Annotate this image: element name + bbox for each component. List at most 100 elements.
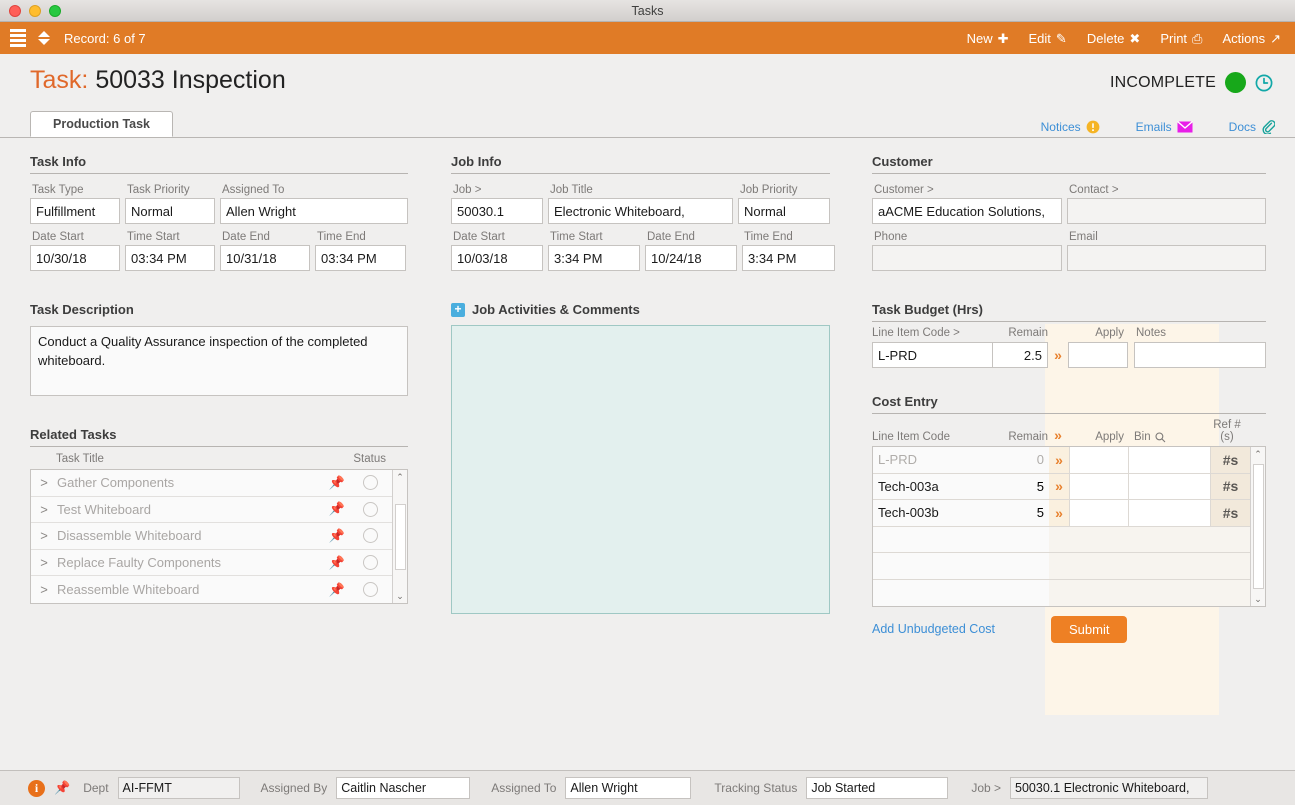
plus-square-icon[interactable]: + — [451, 302, 465, 317]
job-title-label: Job Title — [550, 184, 593, 196]
status-circle-icon[interactable] — [363, 582, 378, 598]
task-date-end-field[interactable]: 10/31/18 — [220, 245, 310, 271]
info-icon[interactable]: i — [28, 779, 45, 797]
task-date-start-field[interactable]: 10/30/18 — [30, 245, 120, 271]
job-info-row-2: Date Start 10/03/18 Time Start 3:34 PM D… — [451, 231, 835, 271]
contact-field[interactable] — [1067, 198, 1266, 224]
cost-ref-button[interactable]: #s — [1211, 447, 1250, 473]
cost-ref-button[interactable]: #s — [1211, 500, 1250, 526]
task-type-field[interactable]: Fulfillment — [30, 198, 120, 224]
cost-apply-chevron-icon[interactable]: » — [1049, 500, 1069, 526]
expand-row-icon[interactable]: > — [31, 555, 57, 570]
dept-field[interactable]: AI-FFMT — [117, 777, 240, 799]
table-row[interactable]: > Reassemble Whiteboard 📌 — [31, 576, 392, 603]
table-row-empty[interactable] — [873, 553, 1250, 580]
pin-icon[interactable]: 📌 — [329, 475, 345, 491]
cost-apply-input[interactable] — [1069, 500, 1129, 526]
new-button[interactable]: New ✚ — [967, 31, 1009, 46]
cost-bin-input[interactable] — [1129, 473, 1211, 499]
budget-col-notes: Notes — [1136, 327, 1167, 339]
close-x-icon: ✖ — [1129, 30, 1141, 46]
scrollbar-thumb[interactable] — [1252, 464, 1264, 589]
job-date-end-field[interactable]: 10/24/18 — [645, 245, 737, 271]
assigned-to-field[interactable]: Allen Wright — [220, 198, 408, 224]
expand-row-icon[interactable]: > — [31, 582, 57, 597]
pin-icon[interactable]: 📌 — [329, 582, 345, 598]
budget-notes-input[interactable] — [1134, 342, 1266, 368]
phone-field[interactable] — [872, 245, 1062, 271]
pin-icon[interactable]: 📌 — [329, 501, 345, 517]
status-circle-icon[interactable] — [363, 501, 378, 517]
scrollbar-thumb[interactable] — [394, 503, 406, 570]
expand-row-icon[interactable]: > — [31, 528, 57, 543]
pin-icon[interactable]: 📌 — [329, 555, 345, 571]
table-row[interactable]: L-PRD 0 » #s — [873, 447, 1250, 474]
job-date-start-field[interactable]: 10/03/18 — [451, 245, 543, 271]
cost-bin-input[interactable] — [1129, 447, 1211, 473]
emails-link[interactable]: Emails — [1136, 120, 1193, 134]
cost-entry-scrollbar[interactable]: ⌃ ⌄ — [1250, 447, 1265, 606]
status-circle-icon[interactable] — [363, 555, 378, 571]
delete-button[interactable]: Delete ✖ — [1087, 31, 1140, 46]
table-row[interactable]: Tech-003b 5 » #s — [873, 500, 1250, 527]
table-row-empty[interactable] — [873, 526, 1250, 553]
cost-apply-chevron-icon[interactable]: » — [1049, 473, 1069, 499]
related-tasks-scrollbar[interactable]: ⌃ ⌄ — [392, 470, 407, 603]
table-row[interactable]: > Disassemble Whiteboard 📌 — [31, 523, 392, 550]
job-time-end-field[interactable]: 3:34 PM — [742, 245, 835, 271]
table-row[interactable]: > Gather Components 📌 — [31, 470, 392, 497]
customer-field[interactable]: aACME Education Solutions, — [872, 198, 1062, 224]
clock-icon[interactable] — [1255, 74, 1273, 92]
table-row-empty[interactable] — [873, 579, 1250, 606]
cost-bin-input[interactable] — [1129, 500, 1211, 526]
task-time-start-field[interactable]: 03:34 PM — [125, 245, 215, 271]
print-button[interactable]: Print ⎙ — [1160, 31, 1202, 46]
expand-row-icon[interactable]: > — [31, 475, 57, 490]
budget-apply-chevron-icon[interactable]: » — [1048, 342, 1068, 368]
actions-button[interactable]: Actions ↗ — [1222, 31, 1281, 46]
submit-button[interactable]: Submit — [1051, 615, 1128, 643]
search-icon[interactable] — [1155, 431, 1166, 443]
status-circle-icon[interactable] — [363, 528, 378, 544]
add-unbudgeted-cost-link[interactable]: Add Unbudgeted Cost — [872, 622, 995, 636]
sb-assigned-to-field[interactable]: Allen Wright — [565, 777, 692, 799]
expand-row-icon[interactable]: > — [31, 502, 57, 517]
edit-button[interactable]: Edit ✎ — [1029, 31, 1067, 46]
email-field[interactable] — [1067, 245, 1266, 271]
notices-link[interactable]: Notices — [1041, 120, 1100, 134]
cost-apply-input[interactable] — [1069, 447, 1129, 473]
table-row[interactable]: Tech-003a 5 » #s — [873, 473, 1250, 500]
scroll-up-icon[interactable]: ⌃ — [1254, 447, 1262, 461]
job-field[interactable]: 50030.1 — [451, 198, 543, 224]
scroll-down-icon[interactable]: ⌄ — [1254, 592, 1262, 606]
job-activities-panel[interactable] — [451, 325, 830, 614]
cost-apply-input[interactable] — [1069, 473, 1129, 499]
job-time-start-field[interactable]: 3:34 PM — [548, 245, 640, 271]
budget-col-code: Line Item Code > — [872, 327, 960, 339]
job-priority-field[interactable]: Normal — [738, 198, 830, 224]
budget-code-field[interactable]: L-PRD — [872, 342, 993, 368]
job-title-field[interactable]: Electronic Whiteboard, — [548, 198, 733, 224]
table-row[interactable]: > Test Whiteboard 📌 — [31, 496, 392, 524]
sb-job-field[interactable]: 50030.1 Electronic Whiteboard, — [1010, 777, 1209, 799]
table-row[interactable]: > Replace Faulty Components 📌 — [31, 549, 392, 577]
pin-icon[interactable]: 📌 — [329, 528, 345, 544]
status-circle-icon[interactable] — [363, 475, 378, 491]
docs-link[interactable]: Docs — [1229, 119, 1275, 134]
menu-icon[interactable] — [8, 27, 28, 49]
task-priority-field[interactable]: Normal — [125, 198, 215, 224]
pin-icon[interactable]: 📌 — [54, 780, 70, 796]
scroll-up-icon[interactable]: ⌃ — [396, 470, 404, 484]
budget-apply-input[interactable] — [1068, 342, 1128, 368]
tracking-status-field[interactable]: Job Started — [806, 777, 949, 799]
tab-production-task[interactable]: Production Task — [30, 111, 174, 137]
cost-ref-button[interactable]: #s — [1211, 473, 1250, 499]
assigned-by-field[interactable]: Caitlin Nascher — [336, 777, 471, 799]
cost-apply-chevron-icon[interactable]: » — [1049, 447, 1069, 473]
task-time-end-field[interactable]: 03:34 PM — [315, 245, 406, 271]
window-title: Tasks — [631, 3, 664, 18]
record-navigator-icon[interactable] — [38, 31, 50, 45]
cost-header-chevron-icon[interactable]: » — [1048, 427, 1068, 443]
task-description-field[interactable]: Conduct a Quality Assurance inspection o… — [30, 326, 408, 396]
scroll-down-icon[interactable]: ⌄ — [396, 589, 404, 603]
